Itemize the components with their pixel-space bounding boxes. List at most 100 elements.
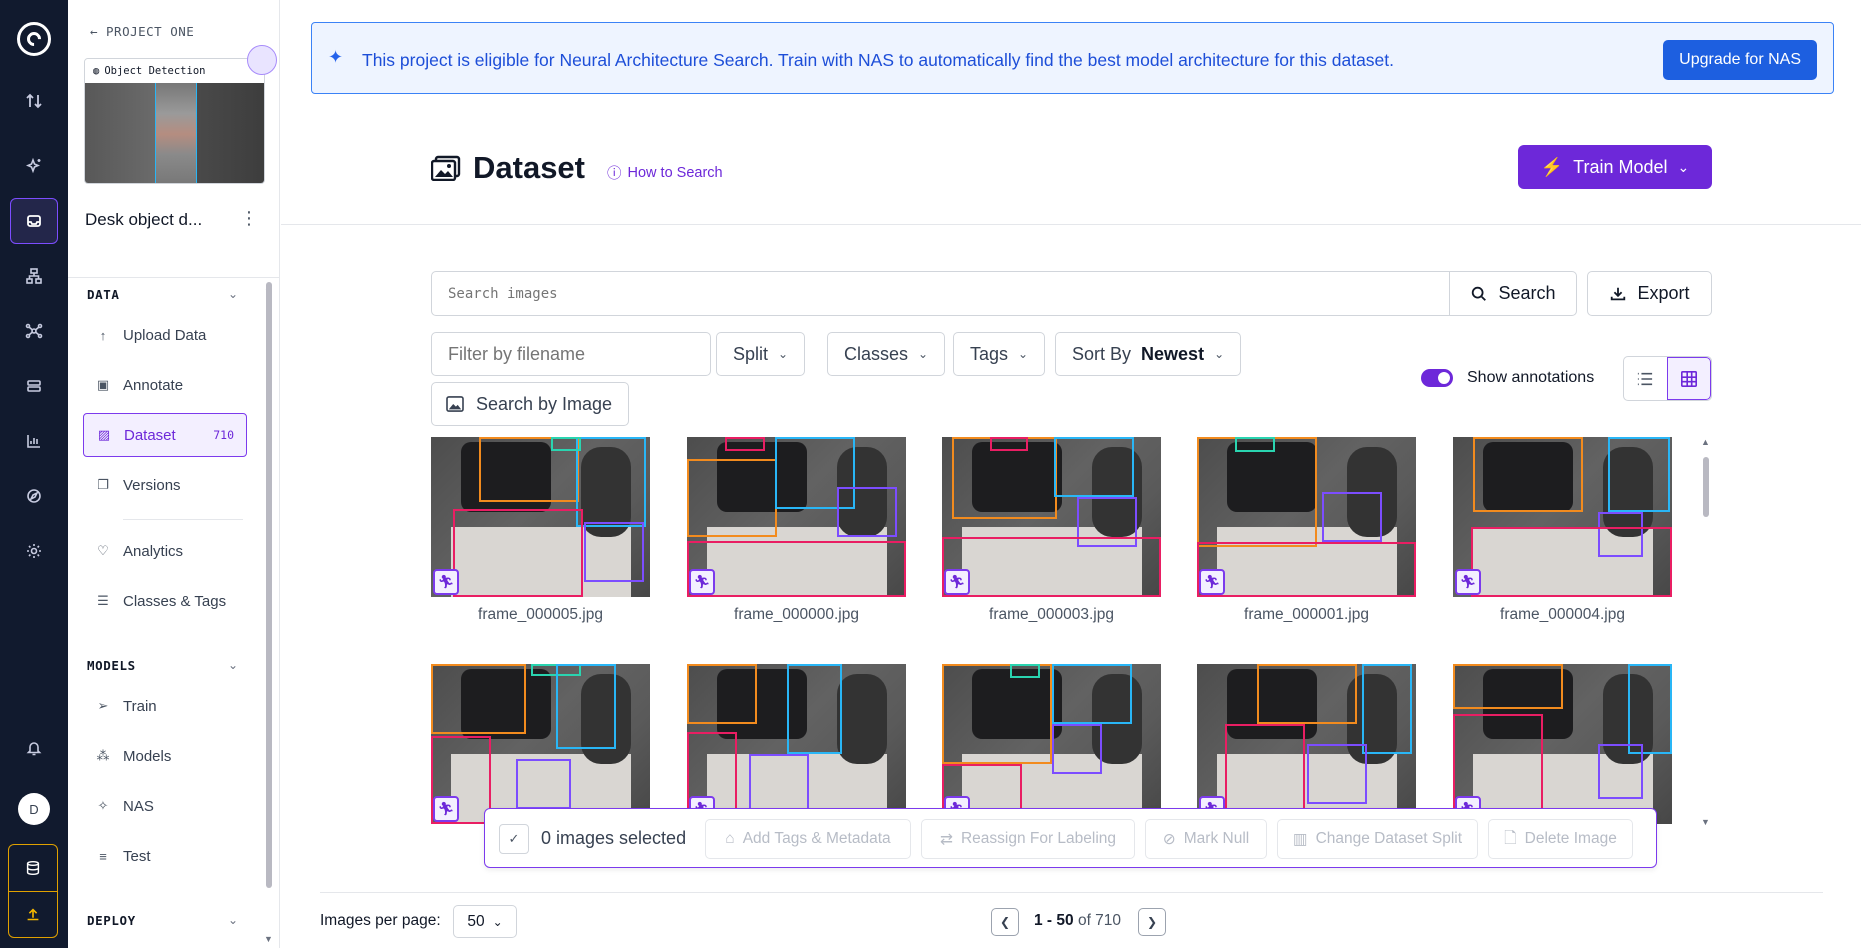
project-name[interactable]: Desk object d... [85, 210, 202, 230]
scroll-down-icon[interactable]: ▼ [1701, 817, 1710, 827]
tags-dropdown[interactable]: Tags ⌄ [953, 332, 1046, 376]
upload-icon[interactable] [9, 891, 57, 937]
sidebar-item-nas[interactable]: ✧ NAS [83, 784, 247, 828]
images-icon [431, 155, 461, 181]
image-tile[interactable]: 🏃︎ [1197, 664, 1416, 824]
image-tile[interactable]: 🏃︎ [942, 664, 1161, 824]
filename-filter-input[interactable] [431, 332, 711, 376]
lightning-icon: ⚡ [1540, 156, 1564, 177]
compass-icon[interactable] [10, 473, 58, 519]
sidebar-item-test[interactable]: ≡ Test [83, 834, 247, 878]
database-icon[interactable] [9, 845, 57, 891]
scroll-down-icon[interactable]: ▼ [264, 934, 273, 944]
image-thumbnail[interactable]: 🏃︎ [1197, 664, 1416, 824]
image-tile[interactable]: 🏃︎ [1453, 664, 1672, 824]
reassign-labeling-button[interactable]: ⇄ Reassign For Labeling [921, 819, 1135, 859]
image-tile[interactable]: 🏃︎ frame_000005.jpg [431, 437, 650, 624]
annotation-box [1197, 542, 1416, 597]
image-thumbnail[interactable]: 🏃︎ [1453, 664, 1672, 824]
image-tile[interactable]: 🏃︎ frame_000003.jpg [942, 437, 1161, 624]
list-view-icon[interactable] [1624, 357, 1667, 400]
chevron-down-icon[interactable]: ⌄ [228, 913, 238, 927]
swap-icon[interactable] [10, 78, 58, 124]
image-tile[interactable]: 🏃︎ [687, 664, 906, 824]
image-thumbnail[interactable]: 🏃︎ [1197, 437, 1416, 597]
stack-icon[interactable] [10, 363, 58, 409]
gear-icon[interactable] [10, 528, 58, 574]
section-models[interactable]: MODELS [87, 658, 136, 673]
image-tile[interactable]: 🏃︎ frame_000004.jpg [1453, 437, 1672, 624]
project-image [85, 83, 264, 183]
grid-scrollbar[interactable]: ▲ ▼ [1701, 437, 1711, 830]
sidebar-item-analytics[interactable]: ♡ Analytics [83, 529, 247, 573]
classes-dropdown[interactable]: Classes ⌄ [827, 332, 946, 376]
sort-dropdown[interactable]: Sort By Newest ⌄ [1055, 332, 1242, 376]
inbox-icon[interactable] [10, 198, 58, 244]
select-all-checkbox[interactable]: ✓ [499, 824, 529, 854]
section-data[interactable]: DATA [87, 287, 120, 302]
image-thumbnail[interactable]: 🏃︎ [687, 437, 906, 597]
heart-pulse-icon: ♡ [97, 543, 109, 558]
how-to-search-link[interactable]: ⓘ How to Search [607, 162, 723, 183]
image-tile[interactable]: 🏃︎ frame_000001.jpg [1197, 437, 1416, 624]
chevron-down-icon[interactable]: ⌄ [228, 658, 238, 672]
annotation-box [749, 754, 809, 814]
sidebar-item-upload-data[interactable]: ↑ Upload Data [83, 313, 247, 357]
kebab-menu-icon[interactable]: ⋮ [240, 208, 258, 229]
sidebar-item-versions[interactable]: ❐ Versions [83, 463, 247, 507]
image-thumbnail[interactable]: 🏃︎ [942, 664, 1161, 824]
sidebar-item-classes-tags[interactable]: ☰ Classes & Tags [83, 579, 247, 623]
image-thumbnail[interactable]: 🏃︎ [431, 664, 650, 824]
export-button[interactable]: Export [1587, 271, 1712, 316]
search-input[interactable] [431, 271, 1450, 316]
chevron-down-icon: ⌄ [1677, 158, 1690, 175]
image-thumbnail[interactable]: 🏃︎ [942, 437, 1161, 597]
add-tags-button[interactable]: ⌂ Add Tags & Metadata [705, 819, 911, 859]
next-page-button[interactable]: ❯ [1138, 908, 1166, 936]
upgrade-nas-button[interactable]: Upgrade for NAS [1663, 40, 1817, 80]
main-content: ✦ This project is eligible for Neural Ar… [281, 0, 1861, 948]
grid-view-icon[interactable] [1666, 357, 1711, 400]
chevron-down-icon[interactable]: ⌄ [228, 287, 238, 301]
avatar[interactable]: D [18, 793, 50, 825]
split-icon: ▥ [1292, 830, 1308, 848]
delete-image-button[interactable]: 🗋 Delete Image [1488, 819, 1633, 859]
image-thumbnail[interactable]: 🏃︎ [431, 437, 650, 597]
split-dropdown[interactable]: Split ⌄ [716, 332, 806, 376]
section-deploy[interactable]: DEPLOY [87, 913, 136, 928]
change-split-button[interactable]: ▥ Change Dataset Split [1277, 819, 1478, 859]
prev-page-button[interactable]: ❮ [991, 908, 1019, 936]
train-model-button[interactable]: ⚡ Train Model ⌄ [1518, 145, 1712, 189]
image-tile[interactable]: 🏃︎ frame_000000.jpg [687, 437, 906, 624]
annotation-box [687, 541, 906, 597]
chevron-down-icon: ⌄ [918, 347, 929, 361]
scroll-thumb[interactable] [1703, 457, 1709, 517]
show-annotations-toggle[interactable] [1421, 369, 1453, 387]
chart-icon[interactable] [10, 418, 58, 464]
mark-null-button[interactable]: ⊘ Mark Null [1145, 819, 1267, 859]
sparkle-icon[interactable] [10, 143, 58, 189]
back-link[interactable]: ← PROJECT ONE [90, 24, 194, 39]
logo-icon[interactable] [10, 16, 58, 62]
image-thumbnail[interactable]: 🏃︎ [1453, 437, 1672, 597]
search-by-image-button[interactable]: Search by Image [431, 382, 629, 426]
bell-icon[interactable] [10, 725, 58, 771]
project-thumbnail[interactable]: ◍ Object Detection [84, 58, 265, 184]
sidebar-item-annotate[interactable]: ▣ Annotate [83, 363, 247, 407]
annotation-box [1362, 664, 1412, 754]
image-tile[interactable]: 🏃︎ [431, 664, 650, 824]
sidebar-item-models[interactable]: ⁂ Models [83, 734, 247, 778]
scroll-up-icon[interactable]: ▲ [1701, 437, 1710, 447]
image-thumbnail[interactable]: 🏃︎ [687, 664, 906, 824]
workflow-icon[interactable] [10, 253, 58, 299]
image-grid: 🏃︎ frame_000005.jpg 🏃︎ frame_000000.jpg 🏃︎ fr… [431, 437, 1693, 830]
sidebar-item-train[interactable]: ➢ Train [83, 684, 247, 728]
image-filename: frame_000005.jpg [478, 606, 603, 623]
per-page-select[interactable]: 50 ⌄ [453, 905, 517, 938]
app-root: D ← PROJECT ONE ◍ Object Detection Desk … [0, 0, 1861, 948]
search-button[interactable]: Search [1449, 271, 1577, 316]
graph-icon[interactable] [10, 308, 58, 354]
chevron-right-icon: ❯ [1146, 915, 1158, 929]
sidebar-item-dataset[interactable]: ▨ Dataset 710 [83, 413, 247, 457]
sidebar-scrollbar[interactable] [266, 282, 272, 888]
